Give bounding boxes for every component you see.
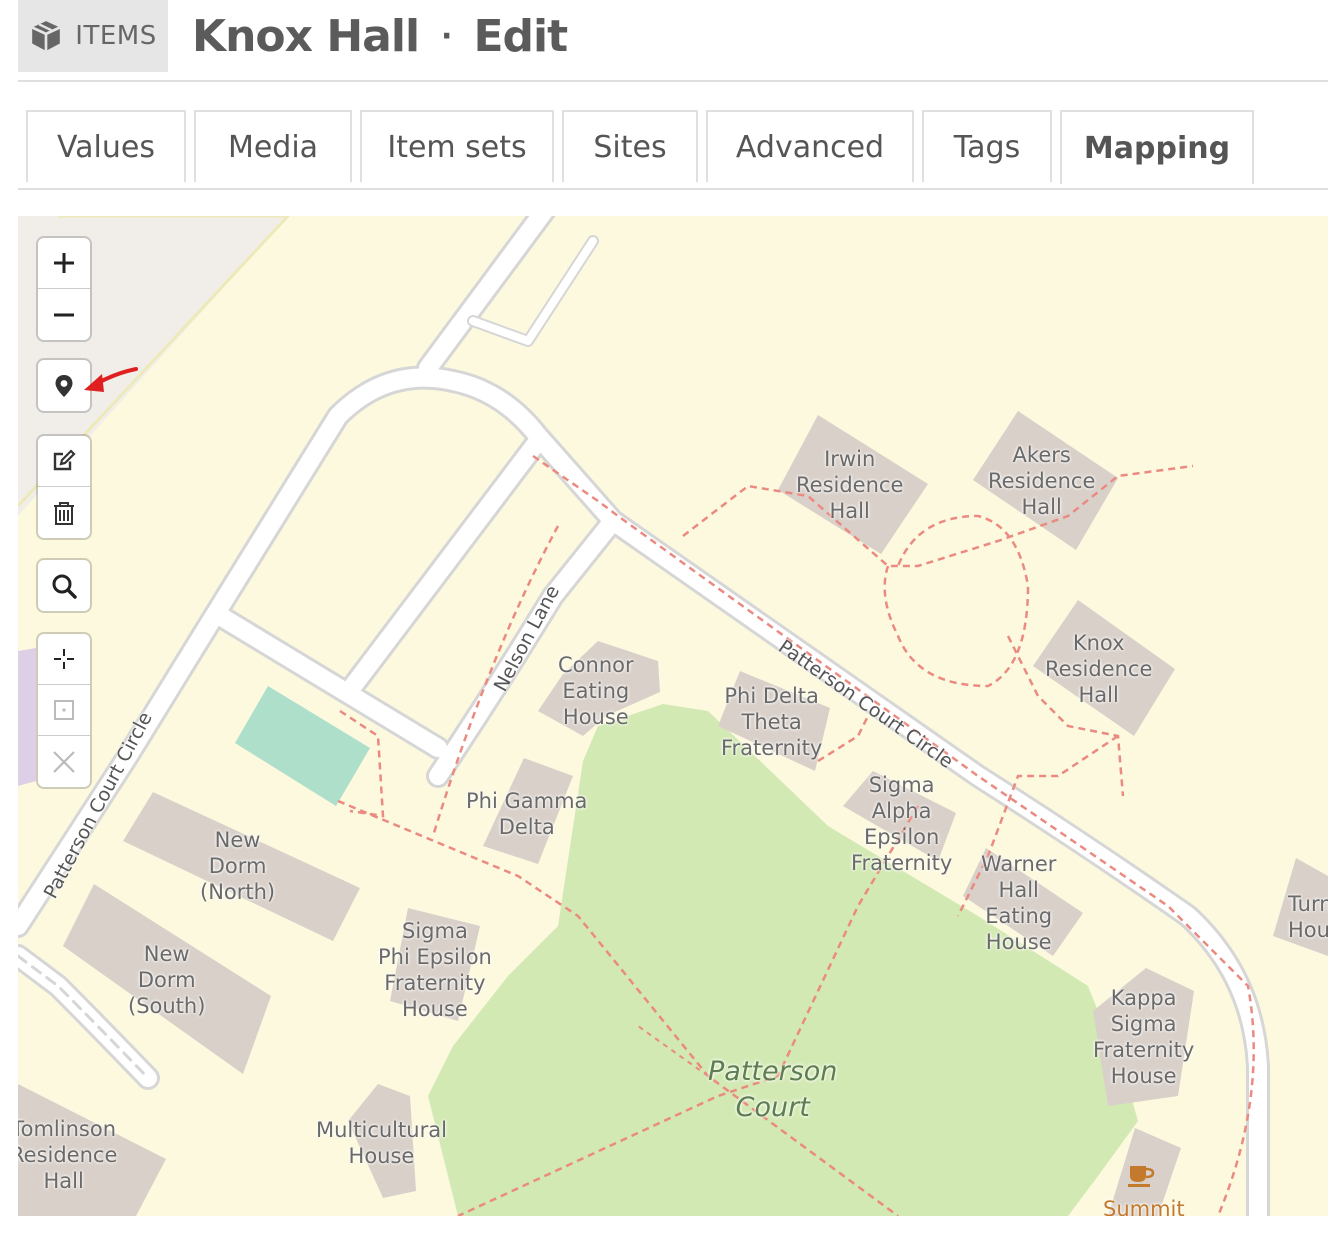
crosshair-icon bbox=[54, 649, 74, 669]
map-label-phi-delta: Phi Delta Theta Fraternity bbox=[721, 684, 823, 760]
map-label-sigma-phi: Sigma Phi Epsilon Fraternity House bbox=[378, 919, 492, 1021]
page-header: ITEMS Knox Hall · Edit bbox=[18, 0, 1328, 82]
tab-tags[interactable]: Tags bbox=[922, 110, 1052, 182]
page-title: Knox Hall · Edit bbox=[192, 6, 568, 66]
plus-icon bbox=[54, 253, 74, 273]
tab-media[interactable]: Media bbox=[194, 110, 352, 182]
map-label-warner: Warner Hall Eating House bbox=[981, 852, 1057, 954]
map-label-patterson-court: Patterson Court bbox=[708, 1056, 838, 1123]
close-icon bbox=[53, 750, 75, 773]
map-canvas[interactable]: Irwin Residence Hall Akers Residence Hall Kn… bbox=[18, 216, 1328, 1216]
tab-advanced[interactable]: Advanced bbox=[706, 110, 914, 182]
resource-label: ITEMS bbox=[75, 21, 157, 51]
map-search-button[interactable] bbox=[38, 560, 90, 611]
cafe-icon bbox=[1128, 1166, 1155, 1187]
edit-layers-icon bbox=[53, 449, 76, 471]
map-marker-icon bbox=[55, 374, 73, 397]
title-separator: · bbox=[441, 18, 452, 54]
map-label-irwin: Irwin Residence Hall bbox=[796, 447, 904, 523]
search-icon bbox=[52, 574, 77, 599]
delete-layers-button[interactable] bbox=[38, 487, 90, 538]
tab-values[interactable]: Values bbox=[26, 110, 186, 182]
map-label-new-dorm-north: New Dorm (North) bbox=[200, 828, 276, 904]
zoom-out-button[interactable] bbox=[38, 289, 90, 340]
map-label-new-dorm-south: New Dorm (South) bbox=[128, 942, 206, 1018]
annotation-arrow-icon bbox=[84, 367, 138, 392]
map-label-summit: Summit bbox=[1103, 1197, 1185, 1216]
edit-layers-button[interactable] bbox=[38, 436, 90, 487]
zoom-in-button[interactable] bbox=[38, 238, 90, 289]
item-title: Knox Hall bbox=[192, 10, 420, 62]
default-view-icon bbox=[54, 700, 74, 720]
tab-item-sets[interactable]: Item sets bbox=[360, 110, 554, 182]
action-title: Edit bbox=[473, 10, 568, 62]
minus-icon bbox=[54, 313, 74, 316]
map-label-kappa: Kappa Sigma Fraternity House bbox=[1093, 986, 1195, 1088]
map-label-tomlinson: Tomlinson Residence Hall bbox=[18, 1117, 118, 1193]
tab-sites[interactable]: Sites bbox=[562, 110, 698, 182]
cube-icon bbox=[31, 21, 61, 51]
edit-control bbox=[38, 436, 90, 538]
map-label-akers: Akers Residence Hall bbox=[988, 443, 1096, 519]
default-view-control bbox=[38, 634, 90, 787]
section-tabs: Values Media Item sets Sites Advanced Ta… bbox=[18, 110, 1328, 190]
trash-icon bbox=[54, 501, 74, 525]
clear-default-view-button[interactable] bbox=[38, 736, 90, 787]
zoom-control bbox=[38, 238, 90, 340]
set-view-button[interactable] bbox=[38, 634, 90, 685]
map-label-phi-gamma: Phi Gamma Delta bbox=[466, 789, 588, 839]
tab-mapping[interactable]: Mapping bbox=[1060, 110, 1254, 184]
map-label-sigma-alpha: Sigma Alpha Epsilon Fraternity bbox=[851, 773, 953, 875]
map-label-turner: Turn Hou bbox=[1288, 892, 1328, 942]
search-control bbox=[38, 560, 90, 611]
resource-badge[interactable]: ITEMS bbox=[18, 0, 168, 72]
go-to-default-view-button[interactable] bbox=[38, 685, 90, 736]
map-label-knox: Knox Residence Hall bbox=[1045, 631, 1153, 707]
map-label-multicultural: Multicultural House bbox=[316, 1118, 447, 1168]
map-label-connor: Connor Eating House bbox=[558, 653, 634, 729]
